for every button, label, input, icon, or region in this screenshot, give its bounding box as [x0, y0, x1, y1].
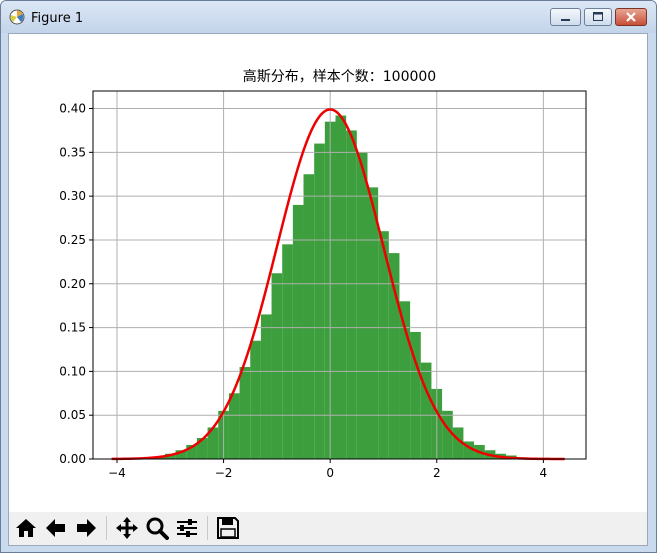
x-tick-label: −2	[215, 466, 233, 480]
back-button[interactable]	[43, 515, 69, 541]
y-tick-label: 0.25	[59, 233, 86, 247]
save-button[interactable]	[215, 515, 241, 541]
pan-button[interactable]	[114, 515, 140, 541]
minimize-button[interactable]	[550, 8, 581, 26]
y-tick-label: 0.30	[59, 189, 86, 203]
x-tick-label: 2	[433, 466, 441, 480]
histogram-bar	[346, 130, 357, 459]
histogram-bar	[282, 244, 293, 459]
close-icon	[626, 12, 636, 22]
histogram-bar	[271, 273, 283, 459]
y-tick-label: 0.10	[59, 364, 86, 378]
histogram-bar	[260, 314, 272, 459]
y-tick-label: 0.35	[59, 145, 86, 159]
histogram-bar	[335, 115, 347, 459]
y-tick-label: 0.20	[59, 277, 86, 291]
histogram-bar	[303, 174, 315, 460]
y-tick-label: 0.40	[59, 102, 86, 116]
x-tick-label: −4	[108, 466, 126, 480]
window-title: Figure 1	[31, 11, 84, 26]
matplotlib-logo-icon	[9, 9, 25, 25]
x-tick-label: 0	[326, 466, 334, 480]
histogram-chart: −4 −2 0 2 4 0.00 0.05 0.10 0.15 0.20 0.25 0.30 0.35 0…	[59, 68, 587, 480]
histogram-bar	[420, 362, 432, 459]
forward-button[interactable]	[73, 515, 99, 541]
histogram-bar	[356, 152, 368, 459]
histogram-bar	[250, 340, 261, 459]
home-icon	[16, 519, 36, 537]
x-tick-label: 4	[540, 466, 548, 480]
histogram-bar	[228, 393, 240, 459]
y-tick-label: 0.05	[59, 408, 86, 422]
configure-subplots-button[interactable]	[174, 515, 200, 541]
toolbar-separator	[106, 516, 107, 540]
figure-canvas: −4 −2 0 2 4 0.00 0.05 0.10 0.15 0.20 0.25 0.30 0.35 0…	[8, 33, 648, 546]
toolbar-separator	[207, 516, 208, 540]
title-bar[interactable]: Figure 1	[1, 1, 656, 33]
histogram-bar	[314, 143, 325, 459]
magnifier-icon	[146, 517, 169, 540]
y-tick-label: 0.15	[59, 321, 86, 335]
close-button[interactable]	[615, 8, 647, 26]
y-tick-label: 0.00	[59, 452, 86, 466]
histogram-bar	[292, 204, 304, 459]
move-icon	[116, 517, 138, 539]
zoom-button[interactable]	[144, 515, 170, 541]
maximize-icon	[593, 12, 603, 21]
arrow-left-icon	[46, 519, 65, 537]
sliders-icon	[177, 519, 197, 537]
chart-title: 高斯分布，样本个数：100000	[243, 68, 436, 85]
navigation-toolbar	[9, 512, 647, 545]
home-button[interactable]	[13, 515, 39, 541]
figure-window: Figure 1 −4 −2 0 2 4 0.00 0.05 0.10 0.15 0.20 0.25…	[0, 0, 657, 553]
floppy-icon	[217, 517, 239, 539]
histogram-bar	[367, 187, 379, 459]
histogram-bar	[239, 367, 251, 459]
histogram-bar	[442, 410, 453, 459]
maximize-button[interactable]	[584, 8, 612, 26]
arrow-right-icon	[77, 519, 96, 537]
minimize-icon	[561, 19, 570, 21]
